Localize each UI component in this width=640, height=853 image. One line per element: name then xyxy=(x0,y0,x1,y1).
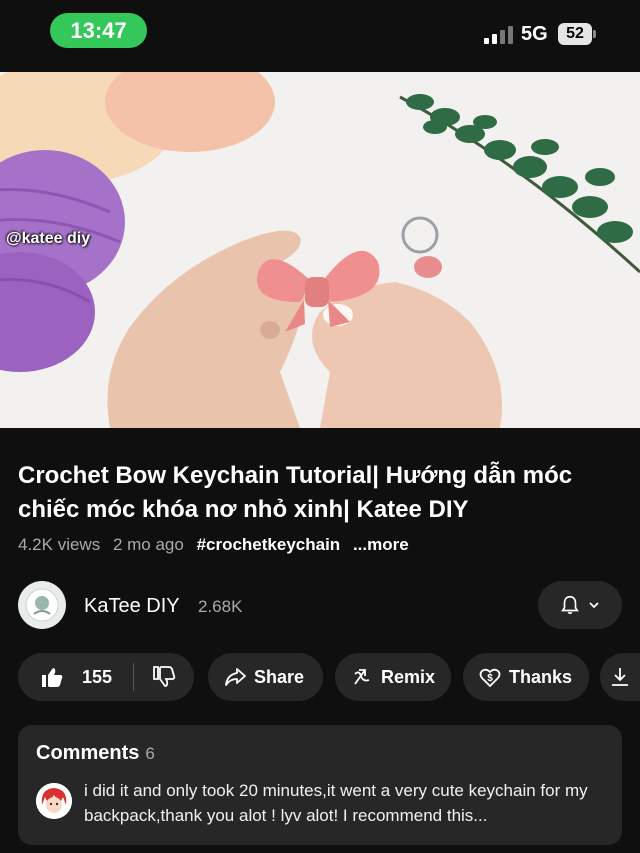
download-icon xyxy=(612,668,628,686)
like-count[interactable]: 155 xyxy=(82,667,112,688)
channel-avatar[interactable] xyxy=(18,581,66,629)
video-title[interactable]: Crochet Bow Keychain Tutorial| Hướng dẫn… xyxy=(18,459,628,527)
thanks-label: Thanks xyxy=(509,666,573,687)
commenter-avatar[interactable] xyxy=(36,783,72,819)
svg-text:$: $ xyxy=(487,673,493,684)
network-label: 5G xyxy=(521,23,548,45)
chevron-down-icon xyxy=(589,602,599,609)
status-bar: 13:47 5G 52 xyxy=(0,0,640,72)
divider xyxy=(133,663,134,691)
channel-name[interactable]: KaTee DIY xyxy=(84,595,180,618)
share-icon xyxy=(224,667,246,687)
more-link[interactable]: ...more xyxy=(353,535,409,554)
top-comment-text: i did it and only took 20 minutes,it wen… xyxy=(84,781,588,825)
download-button[interactable] xyxy=(600,653,640,701)
share-label: Share xyxy=(254,666,305,687)
signal-icon xyxy=(484,26,513,44)
status-time[interactable]: 13:47 xyxy=(50,13,147,48)
hashtag-link[interactable]: #crochetkeychain xyxy=(197,535,341,554)
thanks-icon: $ xyxy=(479,666,501,688)
video-watermark: @katee diy xyxy=(6,230,91,247)
comments-header: Comments 6 xyxy=(36,742,155,765)
video-frame xyxy=(0,72,640,428)
bell-icon xyxy=(561,595,579,615)
comments-title: Comments xyxy=(36,742,140,764)
notification-button[interactable] xyxy=(538,581,622,629)
avatar-logo-icon xyxy=(25,588,59,622)
remix-label: Remix xyxy=(381,666,436,687)
like-dislike-group: 155 xyxy=(18,653,194,701)
remix-icon xyxy=(351,666,373,688)
dislike-icon[interactable] xyxy=(152,666,176,693)
comments-count: 6 xyxy=(145,744,155,763)
battery-icon: 52 xyxy=(558,23,596,45)
subscriber-count: 2.68K xyxy=(198,597,243,616)
view-count: 4.2K views xyxy=(18,535,101,554)
comments-panel[interactable]: Comments 6 i did it and only took 20 minu… xyxy=(18,725,622,845)
like-icon[interactable] xyxy=(40,666,64,693)
video-meta[interactable]: 4.2K views 2 mo ago #crochetkeychain ...… xyxy=(18,535,417,555)
thanks-button[interactable]: $ Thanks xyxy=(463,653,589,701)
remix-button[interactable]: Remix xyxy=(335,653,451,701)
video-player[interactable]: @katee diy xyxy=(0,72,640,428)
upload-age: 2 mo ago xyxy=(112,535,184,554)
share-button[interactable]: Share xyxy=(208,653,323,701)
